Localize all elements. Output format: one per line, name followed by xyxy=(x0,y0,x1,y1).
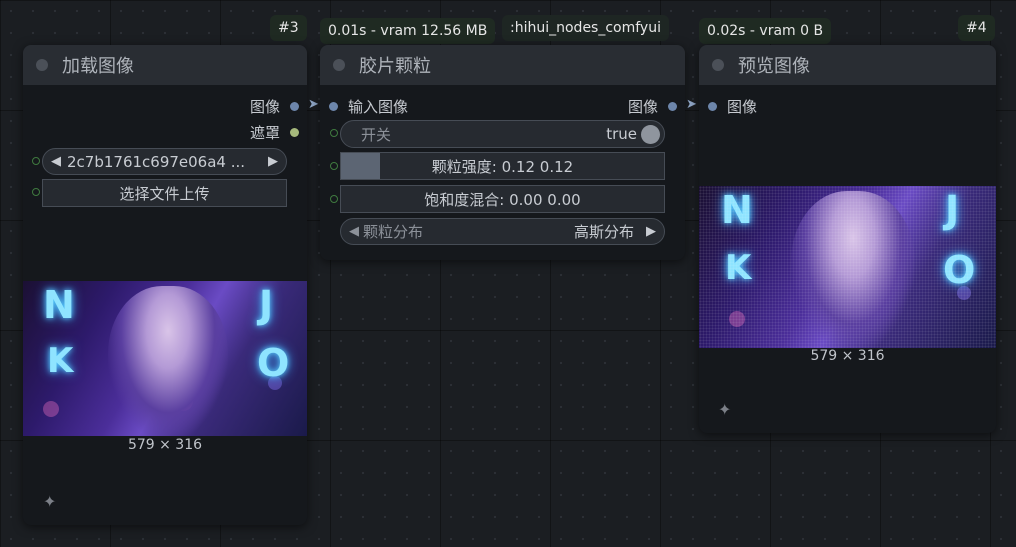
grain-strength-fill xyxy=(341,153,380,179)
distribution-value: 高斯分布 xyxy=(573,223,634,241)
sparkle-icon[interactable]: ✦ xyxy=(43,492,56,511)
grain-strength-label: 颗粒强度: 0.12 0.12 xyxy=(431,157,574,176)
output-mask-dot[interactable] xyxy=(290,128,299,137)
link-arrow-icon: ➤ xyxy=(308,97,319,112)
arrow-left-icon[interactable]: ◀ xyxy=(51,154,61,169)
grain-strength-slider[interactable]: 颗粒强度: 0.12 0.12 xyxy=(340,152,665,180)
grain-result-preview: N K J O xyxy=(699,186,996,348)
output-image-slot[interactable]: 图像 xyxy=(250,96,299,117)
loaded-image-preview: N K J O xyxy=(23,281,307,436)
strength-input-dot[interactable] xyxy=(330,162,338,170)
toggle-input-dot[interactable] xyxy=(330,129,338,137)
input-image-label: 输入图像 xyxy=(348,98,409,116)
grain-output-dot[interactable] xyxy=(668,102,677,111)
portrait-figure xyxy=(108,286,228,436)
load-image-title: 加载图像 xyxy=(62,56,134,77)
image-file-value: 2c7b1761c697e06a4 ... xyxy=(67,152,246,171)
upload-button[interactable]: 选择文件上传 xyxy=(42,179,287,207)
toggle-knob[interactable] xyxy=(641,124,660,144)
grain-output-label: 图像 xyxy=(627,98,658,116)
output-image-label: 图像 xyxy=(249,98,280,116)
output-mask-label: 遮罩 xyxy=(249,124,280,142)
neon-letter-k: K xyxy=(47,341,74,381)
film-grain-title: 胶片颗粒 xyxy=(359,56,431,77)
neon-letter-n: N xyxy=(43,283,75,327)
image-file-combo[interactable]: ◀ 2c7b1761c697e06a4 ... ▶ xyxy=(42,148,287,175)
grain-noise-overlay xyxy=(699,186,996,348)
toggle-label: 开关 xyxy=(361,125,392,144)
grain-toggle[interactable]: 开关 true xyxy=(340,120,665,148)
preview-input-label: 图像 xyxy=(727,98,758,116)
grain-exec-time-badge: 0.01s - vram 12.56 MB xyxy=(320,18,496,44)
distribution-label: 颗粒分布 xyxy=(363,223,424,241)
widget-input-dot[interactable] xyxy=(32,157,40,165)
collapse-dot-icon[interactable] xyxy=(36,59,48,71)
sparkle-icon[interactable]: ✦ xyxy=(718,400,731,419)
input-image-dot[interactable] xyxy=(329,102,338,111)
preview-image-header[interactable]: 预览图像 xyxy=(699,45,996,85)
grain-pack-badge: :hihui_nodes_comfyui xyxy=(502,15,669,41)
neon-letter-o: O xyxy=(257,341,290,385)
preview-exec-time-badge: 0.02s - vram 0 B xyxy=(699,18,832,44)
saturation-input-dot[interactable] xyxy=(330,195,338,203)
arrow-right-icon[interactable]: ▶ xyxy=(646,224,656,239)
link-arrow-icon: ➤ xyxy=(686,97,697,112)
film-grain-header[interactable]: 胶片颗粒 xyxy=(320,45,685,85)
collapse-dot-icon[interactable] xyxy=(333,59,345,71)
saturation-mix-slider[interactable]: 饱和度混合: 0.00 0.00 xyxy=(340,185,665,213)
input-image-slot[interactable]: 输入图像 xyxy=(329,96,408,117)
film-grain-node[interactable]: 胶片颗粒 输入图像 图像 开关 true 颗粒强度: 0.12 0.12 饱和度… xyxy=(320,45,685,260)
preview-image-size: 579 × 316 xyxy=(810,348,885,364)
toggle-value: true xyxy=(606,125,637,143)
grain-output-slot[interactable]: 图像 xyxy=(628,96,677,117)
node-id-badge-3: #3 xyxy=(270,15,307,41)
loaded-image-size: 579 × 316 xyxy=(127,437,203,453)
preview-image-title: 预览图像 xyxy=(738,56,810,77)
collapse-dot-icon[interactable] xyxy=(712,59,724,71)
node-id-badge-4: #4 xyxy=(958,15,995,41)
preview-input-dot[interactable] xyxy=(708,102,717,111)
load-image-node[interactable]: 加载图像 图像 遮罩 ◀ 2c7b1761c697e06a4 ... ▶ 选择文… xyxy=(23,45,307,525)
preview-input-slot[interactable]: 图像 xyxy=(708,96,757,117)
output-mask-slot[interactable]: 遮罩 xyxy=(250,122,299,143)
grain-distribution-combo[interactable]: ◀ 颗粒分布 高斯分布 ▶ xyxy=(340,218,665,245)
arrow-left-icon[interactable]: ◀ xyxy=(349,224,359,239)
load-image-header[interactable]: 加载图像 xyxy=(23,45,307,85)
output-image-dot[interactable] xyxy=(290,102,299,111)
arrow-right-icon[interactable]: ▶ xyxy=(268,154,278,169)
preview-image-node[interactable]: 预览图像 图像 N K J O 579 × 316 ✦ xyxy=(699,45,996,433)
neon-letter-j: J xyxy=(259,283,274,327)
upload-input-dot[interactable] xyxy=(32,188,40,196)
